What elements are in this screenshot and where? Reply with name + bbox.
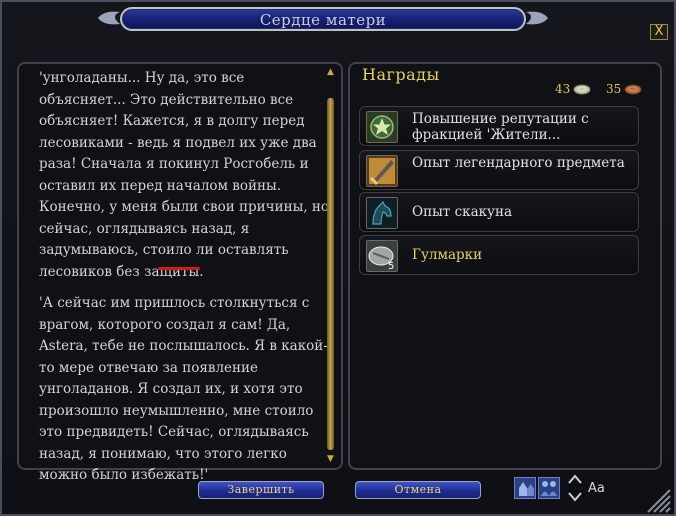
reward-item-mount[interactable]: Опыт скакуна bbox=[359, 192, 639, 232]
complete-button[interactable]: Завершить bbox=[198, 481, 324, 499]
scrollbar-thumb[interactable] bbox=[327, 98, 334, 450]
quest-text: 'унголаданы... Ну да, это все объясняет.… bbox=[39, 68, 331, 497]
reputation-icon bbox=[366, 111, 398, 143]
quest-paragraph: 'унголаданы... Ну да, это все объясняет.… bbox=[39, 70, 330, 280]
font-size-control[interactable]: Aa bbox=[566, 472, 605, 504]
quest-paragraph: 'А сейчас им пришлось столкнуться с враг… bbox=[39, 295, 328, 483]
fellowship-icon[interactable] bbox=[538, 477, 560, 499]
title-ornament-right-icon bbox=[526, 11, 548, 25]
copper-coin-icon bbox=[624, 84, 642, 94]
title-ornament-left-icon bbox=[98, 11, 120, 25]
copper-amount: 35 bbox=[606, 82, 622, 96]
share-quest-icon[interactable] bbox=[514, 477, 536, 499]
reward-item-marks[interactable]: 5 Гулмарки bbox=[359, 235, 639, 275]
scroll-up-arrow-icon[interactable]: ▲ bbox=[326, 68, 335, 77]
reward-label: Опыт легендарного предмета bbox=[412, 155, 625, 171]
legendary-item-icon bbox=[366, 155, 398, 187]
annotation-underline bbox=[158, 267, 200, 270]
quest-dialog-window: Сердце матери X 'унголаданы... Ну да, эт… bbox=[0, 0, 676, 516]
scroll-down-arrow-icon[interactable]: ▼ bbox=[326, 455, 335, 464]
currency-copper: 35 bbox=[606, 82, 642, 96]
resize-grip-icon[interactable] bbox=[642, 484, 672, 514]
font-size-arrows-icon[interactable] bbox=[566, 472, 584, 504]
quest-scrollbar[interactable]: ▲ ▼ bbox=[326, 68, 335, 464]
mark-token-icon: 5 bbox=[366, 240, 398, 272]
silver-amount: 43 bbox=[555, 82, 571, 96]
font-size-label: Aa bbox=[588, 481, 605, 496]
reward-item-legendary[interactable]: Опыт легендарного предмета bbox=[359, 150, 639, 190]
reward-label: Гулмарки bbox=[412, 247, 483, 263]
reward-label: Опыт скакуна bbox=[412, 204, 513, 220]
reward-item-reputation[interactable]: Повышение репутации с фракцией 'Жители..… bbox=[359, 106, 639, 146]
silver-coin-icon bbox=[573, 84, 591, 94]
currency-silver: 43 bbox=[555, 82, 591, 96]
reward-label: Повышение репутации с фракцией 'Жители..… bbox=[412, 111, 589, 143]
title-bar[interactable]: Сердце матери bbox=[120, 7, 526, 31]
marks-count: 5 bbox=[388, 261, 394, 271]
cancel-button[interactable]: Отмена bbox=[355, 481, 481, 499]
close-button[interactable]: X bbox=[650, 24, 668, 40]
quest-text-panel[interactable]: 'унголаданы... Ну да, это все объясняет.… bbox=[17, 62, 343, 483]
dialog-title: Сердце матери bbox=[259, 11, 387, 29]
rewards-header: Награды bbox=[362, 65, 440, 84]
mount-icon bbox=[366, 197, 398, 229]
